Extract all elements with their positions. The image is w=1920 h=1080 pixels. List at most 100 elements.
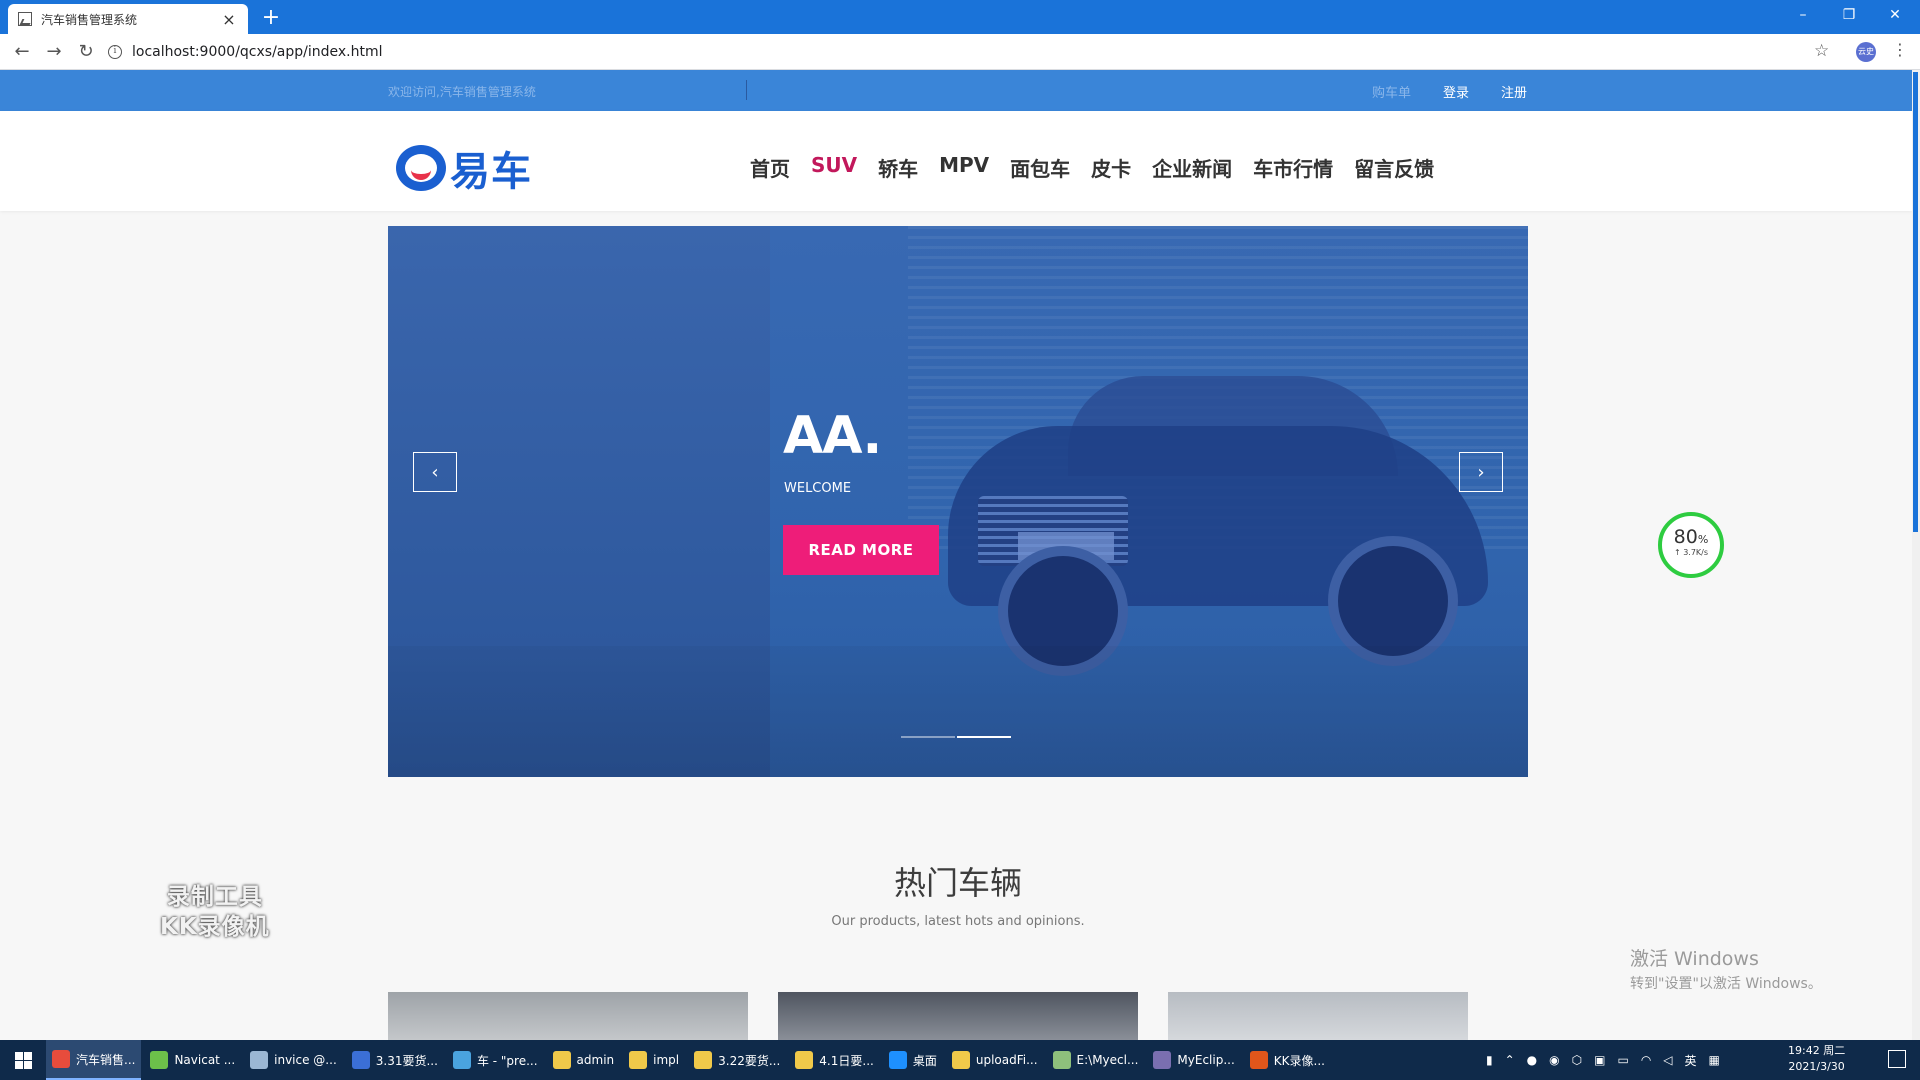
window-close-button[interactable]: ✕ <box>1872 0 1918 30</box>
network-speed-widget[interactable]: 80% ↑ 3.7K/s <box>1658 512 1724 578</box>
eclipse-icon <box>1153 1051 1172 1069</box>
scrollbar-thumb[interactable] <box>1913 72 1918 532</box>
speed-rate: ↑ 3.7K/s <box>1673 548 1709 557</box>
taskbar-item-label: KK录像... <box>1273 1053 1325 1068</box>
hero-slider: AA. WELCOME READ MORE ‹ › <box>388 226 1528 777</box>
kk-icon <box>1249 1051 1268 1069</box>
welcome-text: 欢迎访问,汽车销售管理系统 <box>388 85 536 99</box>
logo-mark-icon <box>396 145 446 191</box>
taskbar-item[interactable]: impl <box>623 1040 685 1080</box>
login-link[interactable]: 登录 <box>1443 82 1469 101</box>
keyboard-icon[interactable]: ▦ <box>1709 1053 1720 1067</box>
nav-item[interactable]: 车市行情 <box>1253 153 1333 182</box>
minimize-button[interactable]: – <box>1780 0 1826 30</box>
register-link[interactable]: 注册 <box>1501 82 1527 101</box>
browser-tab-strip: 汽车销售管理系统 × + – ❐ ✕ <box>0 0 1920 34</box>
windows-logo-icon <box>14 1051 32 1069</box>
car-card[interactable] <box>388 992 748 1040</box>
nav-item[interactable]: MPV <box>939 153 989 182</box>
nav-item[interactable]: 留言反馈 <box>1354 153 1434 182</box>
url-field[interactable]: i localhost:9000/qcxs/app/index.html <box>108 39 1798 65</box>
site-header: 易车 首页 SUV 轿车 MPV 面包车 皮卡 企业新闻 车市行情 留言反馈 <box>0 111 1912 211</box>
taskbar-item[interactable]: 汽车销售... <box>46 1040 142 1080</box>
notification-center-icon[interactable] <box>1888 1050 1906 1068</box>
taskbar-item[interactable]: invice @... <box>244 1040 343 1080</box>
slider-dot[interactable] <box>901 736 955 738</box>
taskbar-item[interactable]: MyEclip... <box>1147 1040 1240 1080</box>
nav-item[interactable]: 首页 <box>750 153 790 182</box>
start-button[interactable] <box>0 1040 46 1080</box>
window-icon <box>250 1051 269 1069</box>
site-info-icon[interactable]: i <box>108 45 122 59</box>
folder-icon <box>694 1051 713 1069</box>
battery-icon[interactable]: ▮ <box>1486 1053 1493 1067</box>
folder-icon <box>951 1051 970 1069</box>
taskbar-item[interactable]: Navicat ... <box>144 1040 241 1080</box>
ime-language[interactable]: 英 <box>1685 1052 1697 1069</box>
back-button[interactable]: ← <box>10 40 34 64</box>
wifi-icon[interactable]: ◠ <box>1641 1053 1651 1067</box>
folder-icon <box>795 1051 814 1069</box>
slider-dot[interactable] <box>957 736 1011 738</box>
bookmark-star-icon[interactable]: ☆ <box>1814 41 1829 61</box>
main-nav: 首页 SUV 轿车 MPV 面包车 皮卡 企业新闻 车市行情 留言反馈 <box>750 153 1455 182</box>
folder-icon <box>629 1051 648 1069</box>
tab-close-button[interactable]: × <box>220 10 238 29</box>
qq-icon[interactable]: ◉ <box>1549 1053 1559 1067</box>
new-tab-button[interactable]: + <box>260 5 282 30</box>
taskbar-item[interactable]: E:\Myecl... <box>1047 1040 1145 1080</box>
taskbar-item-label: 3.22要货... <box>718 1053 781 1068</box>
volume-icon[interactable]: ◁ <box>1663 1053 1672 1067</box>
nav-item[interactable]: 轿车 <box>878 153 918 182</box>
tray-expand-icon[interactable]: ⌃ <box>1505 1053 1515 1067</box>
slider-prev-button[interactable]: ‹ <box>413 452 457 492</box>
desktop-icon <box>888 1051 907 1069</box>
taskbar-item[interactable]: 车 - "pre... <box>447 1040 544 1080</box>
speed-percent: 80% <box>1673 526 1709 548</box>
profile-avatar[interactable]: 云史 <box>1856 42 1876 62</box>
windows-activation-notice: 激活 Windows 转到"设置"以激活 Windows。 <box>1630 948 1822 992</box>
chrome-icon <box>52 1050 70 1068</box>
cart-link[interactable]: 购车单 <box>1372 82 1411 101</box>
car-card[interactable] <box>778 992 1138 1040</box>
nav-item[interactable]: 企业新闻 <box>1152 153 1232 182</box>
address-bar: ← → ↻ i localhost:9000/qcxs/app/index.ht… <box>0 34 1920 70</box>
taskbar-item-label: impl <box>653 1053 680 1067</box>
site-logo[interactable]: 易车 <box>396 139 532 197</box>
taskbar-item[interactable]: 桌面 <box>883 1040 943 1080</box>
tab-title: 汽车销售管理系统 <box>41 12 138 27</box>
update-icon[interactable]: ▣ <box>1594 1053 1605 1067</box>
taskbar-item-label: MyEclip... <box>1177 1053 1235 1067</box>
doc-icon <box>351 1051 370 1069</box>
taskbar-item-label: 桌面 <box>912 1053 937 1068</box>
system-tray: ▮ ⌃ ● ◉ ⬡ ▣ ▭ ◠ ◁ 英 ▦ <box>1480 1040 1726 1080</box>
nav-item[interactable]: SUV <box>811 153 857 182</box>
read-more-button[interactable]: READ MORE <box>783 525 939 575</box>
taskbar-item[interactable]: 3.22要货... <box>688 1040 786 1080</box>
taskbar-item[interactable]: KK录像... <box>1244 1040 1331 1080</box>
taskbar-item[interactable]: admin <box>547 1040 621 1080</box>
slider-next-button[interactable]: › <box>1459 452 1503 492</box>
browser-tab[interactable]: 汽车销售管理系统 × <box>8 4 248 34</box>
reload-button[interactable]: ↻ <box>74 40 98 64</box>
forward-button[interactable]: → <box>42 40 66 64</box>
shield-icon[interactable]: ⬡ <box>1572 1053 1582 1067</box>
nav-item[interactable]: 皮卡 <box>1091 153 1131 182</box>
taskbar-item-label: E:\Myecl... <box>1076 1053 1139 1067</box>
browser-menu-button[interactable]: ⋮ <box>1892 40 1908 59</box>
tray-app-icon[interactable]: ● <box>1527 1053 1537 1067</box>
taskbar-item[interactable]: uploadFi... <box>946 1040 1044 1080</box>
car-card[interactable] <box>1168 992 1468 1040</box>
taskbar-item[interactable]: 3.31要货... <box>346 1040 444 1080</box>
hot-cars-subtitle: Our products, latest hots and opinions. <box>831 914 1085 929</box>
taskbar-clock[interactable]: 19:42 周二 2021/3/30 <box>1788 1043 1845 1075</box>
hot-cars-title: 热门车辆 <box>893 864 1022 902</box>
taskbar-item-label: 3.31要货... <box>375 1053 438 1068</box>
file-icon <box>452 1051 471 1069</box>
logo-text: 易车 <box>450 149 532 195</box>
taskbar-item[interactable]: 4.1日要... <box>789 1040 880 1080</box>
nav-item[interactable]: 面包车 <box>1010 153 1070 182</box>
display-icon[interactable]: ▭ <box>1617 1053 1628 1067</box>
terminal-icon <box>1052 1051 1071 1069</box>
restore-button[interactable]: ❐ <box>1826 0 1872 30</box>
